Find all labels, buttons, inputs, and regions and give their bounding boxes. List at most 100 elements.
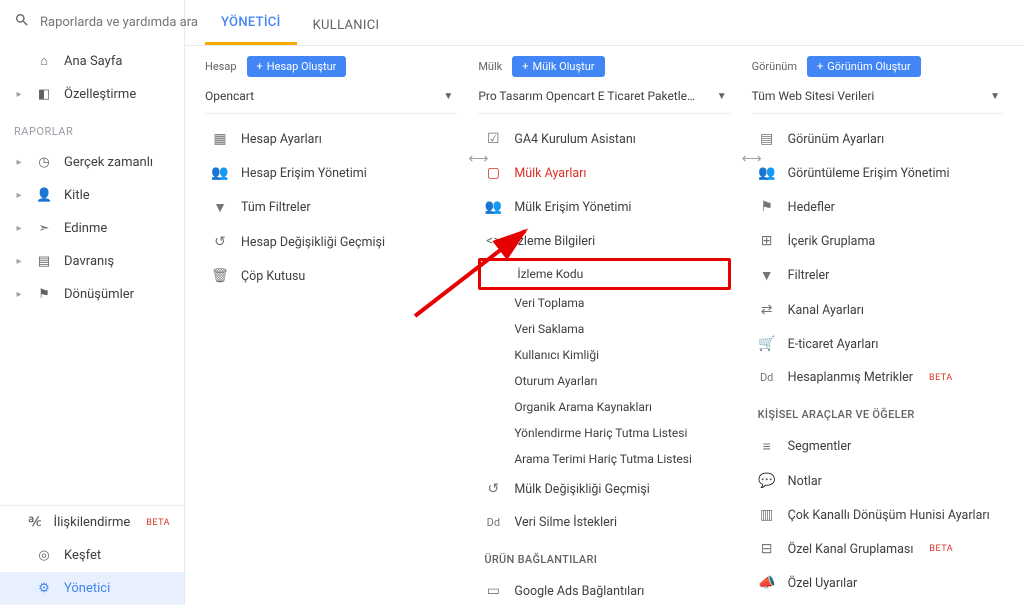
chevron-right-icon: ▸ <box>14 89 24 100</box>
item-label: Çok Kanallı Dönüşüm Hunisi Ayarları <box>788 508 990 523</box>
nav-reports-header: RAPORLAR <box>0 111 184 146</box>
property-ga4[interactable]: ☑GA4 Kurulum Asistanı <box>478 122 730 156</box>
chevron-right-icon: ▸ <box>14 190 24 201</box>
item-label: Yönlendirme Hariç Tutma Listesi <box>514 426 687 440</box>
nav-attribution[interactable]: ℀ İlişkilendirme BETA <box>0 506 184 539</box>
account-history[interactable]: ↺ Hesap Değişikliği Geçmişi <box>205 225 457 259</box>
view-dropdown[interactable]: Tüm Web Sitesi Verileri ▼ <box>752 83 1004 114</box>
nav-audience[interactable]: ▸ 👤 Kitle <box>0 179 184 212</box>
view-column: ⟷ Görünüm + Görünüm Oluştur Tüm Web Site… <box>751 56 1024 605</box>
nav-conversions[interactable]: ▸ ⚑ Dönüşümler <box>0 278 184 311</box>
ads-icon: ▭ <box>484 583 502 599</box>
create-property-button[interactable]: + Mülk Oluştur <box>512 56 604 77</box>
people-icon: 👥 <box>758 165 776 181</box>
view-settings[interactable]: ▤Görünüm Ayarları <box>752 122 1004 156</box>
property-history[interactable]: ↺Mülk Değişikliği Geçmişi <box>478 472 730 506</box>
view-access[interactable]: 👥 Görüntüleme Erişim Yönetimi <box>752 156 1004 190</box>
chevron-right-icon: ▸ <box>14 223 24 234</box>
home-icon: ⌂ <box>36 53 52 69</box>
search-input[interactable] <box>40 15 206 30</box>
account-trash[interactable]: 🗑Çöp Kutusu <box>205 259 457 293</box>
plus-icon: + <box>522 60 528 73</box>
search-term-exclusion[interactable]: Arama Terimi Hariç Tutma Listesi <box>478 446 730 472</box>
tab-user[interactable]: KULLANICI <box>297 6 396 45</box>
item-label: Tüm Filtreler <box>241 200 311 215</box>
nav-customize[interactable]: ▸ ◧ Özelleştirme <box>0 78 184 111</box>
move-handle-icon[interactable]: ⟷ <box>468 151 488 167</box>
property-dropdown[interactable]: Pro Tasarım Opencart E Ticaret Paketleri… <box>478 83 730 114</box>
property-tracking[interactable]: <>İzleme Bilgileri <box>478 224 730 258</box>
user-id[interactable]: Kullanıcı Kimliği <box>478 342 730 368</box>
megaphone-icon: 📣 <box>758 575 776 591</box>
session-settings[interactable]: Oturum Ayarları <box>478 368 730 394</box>
account-filters[interactable]: ▼Tüm Filtreler <box>205 190 457 225</box>
flag-icon: ⚑ <box>758 199 776 215</box>
nav-realtime[interactable]: ▸ ◷ Gerçek zamanlı <box>0 146 184 179</box>
behavior-icon: ▤ <box>36 254 52 269</box>
calc-metrics[interactable]: DdHesaplanmış MetriklerBETA <box>752 361 1004 394</box>
nav-discover[interactable]: ◎ Keşfet <box>0 539 184 572</box>
nav-label: Yönetici <box>64 581 110 596</box>
chevron-right-icon: ▸ <box>14 289 24 300</box>
nav-label: Dönüşümler <box>64 287 134 302</box>
data-collection[interactable]: Veri Toplama <box>478 290 730 316</box>
move-handle-icon[interactable]: ⟷ <box>742 151 762 167</box>
property-column: ⟷ Mülk + Mülk Oluştur Pro Tasarım Openca… <box>477 56 750 605</box>
dd-icon: Dd <box>758 371 776 384</box>
item-label: Hesap Erişim Yönetimi <box>241 166 367 181</box>
item-label: Hesap Ayarları <box>241 132 322 147</box>
custom-alerts[interactable]: 📣Özel Uyarılar <box>752 566 1004 600</box>
item-label: GA4 Kurulum Asistanı <box>514 132 636 147</box>
code-icon: <> <box>484 233 502 249</box>
account-dropdown-value: Opencart <box>205 89 254 103</box>
scheduled-emails[interactable]: ✉Planlanmış E-postalar <box>752 600 1004 605</box>
ecommerce-settings[interactable]: 🛒E-ticaret Ayarları <box>752 327 1004 361</box>
referral-exclusion[interactable]: Yönlendirme Hariç Tutma Listesi <box>478 420 730 446</box>
item-label: Kullanıcı Kimliği <box>514 348 599 362</box>
segments[interactable]: ≡Segmentler <box>752 429 1004 464</box>
property-access[interactable]: 👥Mülk Erişim Yönetimi <box>478 190 730 224</box>
account-access[interactable]: 👥Hesap Erişim Yönetimi <box>205 156 457 190</box>
channel-settings[interactable]: ⇄Kanal Ayarları <box>752 293 1004 327</box>
create-account-button[interactable]: + Hesap Oluştur <box>247 56 347 77</box>
plus-icon: + <box>257 60 263 73</box>
cart-icon: 🛒 <box>758 336 776 352</box>
data-retention[interactable]: Veri Saklama <box>478 316 730 342</box>
create-view-button[interactable]: + Görünüm Oluştur <box>807 56 921 77</box>
nav-behavior[interactable]: ▸ ▤ Davranış <box>0 245 184 278</box>
property-settings[interactable]: ▢Mülk Ayarları <box>478 156 730 190</box>
mcf-settings[interactable]: ▥Çok Kanallı Dönüşüm Hunisi Ayarları <box>752 498 1004 532</box>
notes[interactable]: 💬Notlar <box>752 464 1004 498</box>
channel-group-icon: ⊟ <box>758 541 776 557</box>
nav-home[interactable]: ⌂ Ana Sayfa <box>0 44 184 78</box>
nav-label: Edinme <box>64 221 107 236</box>
item-label: Veri Saklama <box>514 322 584 336</box>
tracking-code[interactable]: İzleme Kodu <box>478 258 730 290</box>
view-goals[interactable]: ⚑Hedefler <box>752 190 1004 224</box>
item-label: İzleme Kodu <box>517 267 583 281</box>
item-label: Oturum Ayarları <box>514 374 597 388</box>
account-settings[interactable]: ▦Hesap Ayarları <box>205 122 457 156</box>
custom-channel[interactable]: ⊟Özel Kanal GruplamasıBETA <box>752 532 1004 566</box>
nav-label: İlişkilendirme <box>54 515 131 530</box>
organic-sources[interactable]: Organik Arama Kaynakları <box>478 394 730 420</box>
item-label: Hesap Değişikliği Geçmişi <box>241 235 385 250</box>
create-property-label: Mülk Oluştur <box>533 60 595 73</box>
delete-requests[interactable]: DdVeri Silme İstekleri <box>478 506 730 539</box>
history-icon: ↺ <box>211 234 229 250</box>
trash-icon: 🗑 <box>211 268 229 284</box>
tab-admin[interactable]: YÖNETİCİ <box>205 3 297 45</box>
nav-acquisition[interactable]: ▸ ➣ Edinme <box>0 212 184 245</box>
property-dropdown-value: Pro Tasarım Opencart E Ticaret Paketleri… <box>478 89 698 103</box>
acquisition-icon: ➣ <box>36 221 52 236</box>
nav-admin[interactable]: ⚙ Yönetici <box>0 572 184 605</box>
chevron-down-icon: ▼ <box>443 91 453 102</box>
content-grouping[interactable]: ⊞İçerik Gruplama <box>752 224 1004 258</box>
chevron-right-icon: ▸ <box>14 256 24 267</box>
view-filters[interactable]: ▼Filtreler <box>752 258 1004 293</box>
item-label: Görüntüleme Erişim Yönetimi <box>788 166 950 181</box>
view-label: Görünüm <box>752 60 797 73</box>
ads-links[interactable]: ▭Google Ads Bağlantıları <box>478 574 730 605</box>
channel-icon: ⇄ <box>758 302 776 318</box>
account-dropdown[interactable]: Opencart ▼ <box>205 83 457 114</box>
